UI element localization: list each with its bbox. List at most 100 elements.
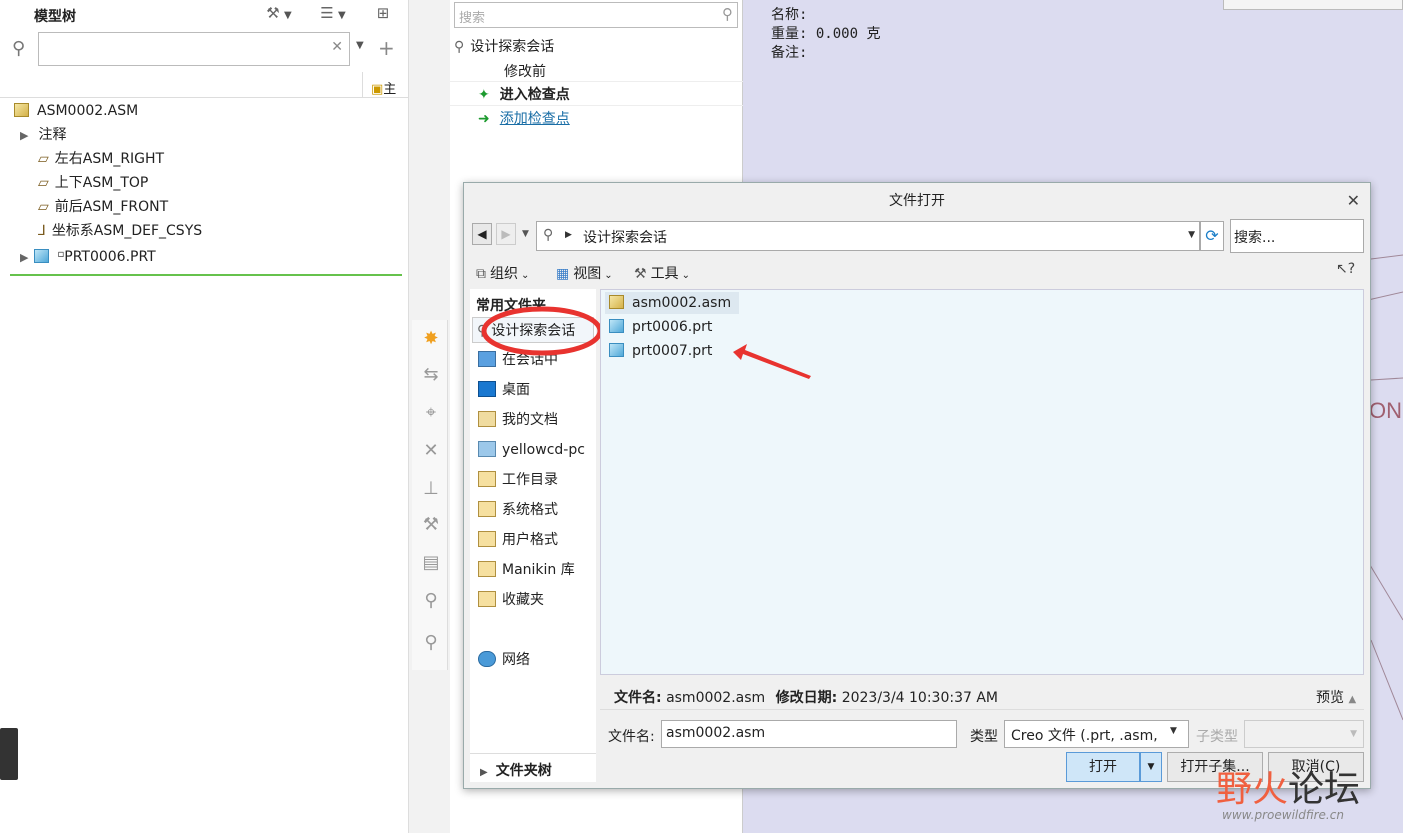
path-separator-icon: ▶	[565, 230, 572, 240]
open-dropdown-icon[interactable]: ▼	[1140, 752, 1162, 782]
history-dropdown-icon[interactable]: ▼	[522, 229, 529, 239]
stamp-icon[interactable]: ⊥	[418, 476, 444, 502]
clear-icon[interactable]: ✕	[331, 39, 343, 55]
tree-item-asm-top[interactable]: ▱ 上下ASM_TOP	[38, 171, 148, 195]
type-select[interactable]: Creo 文件 (.prt, .asm,	[1004, 720, 1189, 748]
sidebar-item-manikin[interactable]: Manikin 库	[478, 557, 575, 583]
hammer-icon[interactable]: ⚒	[418, 512, 444, 538]
folder-icon	[478, 501, 496, 517]
annotation-red-arrow	[733, 344, 811, 379]
back-icon[interactable]: ◀	[472, 223, 492, 245]
enter-checkpoint-icon: ✦	[478, 87, 490, 103]
add-arrow-icon: ➜	[478, 111, 490, 127]
tree-filter-list-icon[interactable]: ☰ ▼	[316, 2, 345, 24]
checkpoint-save-icon[interactable]: ⚲	[418, 630, 444, 656]
folder-icon	[478, 561, 496, 577]
refresh-icon[interactable]: ⟳	[1200, 221, 1224, 251]
part-icon	[34, 249, 50, 263]
favorites-folder-icon	[478, 591, 496, 607]
dock-handle[interactable]	[0, 728, 18, 780]
path-dropdown-icon[interactable]: ▼	[1188, 230, 1195, 240]
dialog-title: 文件打开	[464, 183, 1370, 219]
svg-text:ON: ON	[1369, 398, 1402, 423]
part-icon	[609, 343, 624, 357]
file-item-prt0006[interactable]: prt0006.prt	[609, 316, 712, 338]
sidebar-item-my-documents[interactable]: 我的文档	[478, 407, 558, 433]
dialog-search-input[interactable]: 搜索...	[1230, 219, 1364, 253]
swap-icon[interactable]: ⇆	[418, 362, 444, 388]
sidebar-item-computer[interactable]: yellowcd-pc	[478, 437, 585, 463]
settings-tools-icon[interactable]: ⚒ ▼	[262, 2, 291, 24]
location-pin-icon: ⚲	[454, 39, 465, 55]
close-icon[interactable]: ✕	[1347, 191, 1360, 210]
add-icon[interactable]: +	[378, 36, 395, 60]
checkpoint-star-icon[interactable]: ✸	[418, 326, 444, 352]
working-folder-icon	[478, 471, 496, 487]
preview-toggle[interactable]: 预览 ▲	[1316, 687, 1356, 707]
file-details: 文件名: asm0002.asm 修改日期: 2023/3/4 10:30:37…	[614, 690, 998, 706]
tree-item-prt0006[interactable]: ▶ ▫PRT0006.PRT	[20, 243, 156, 267]
tree-item-annotation[interactable]: ▶ 注释	[20, 123, 66, 147]
datum-plane-icon: ▱	[38, 199, 49, 215]
datum-plane-icon: ▱	[38, 175, 49, 191]
sidebar-item-favorites[interactable]: 收藏夹	[478, 587, 544, 613]
session-header[interactable]: ⚲ 设计探索会话	[454, 36, 554, 56]
tree-divider	[10, 274, 402, 276]
sidebar-item-system-formats[interactable]: 系统格式	[478, 497, 558, 523]
sidebar-item-network[interactable]: 网络	[478, 647, 530, 673]
type-dropdown-icon[interactable]: ▼	[1170, 726, 1177, 736]
view-menu[interactable]: ▦ 视图 ⌄	[556, 263, 613, 283]
tools-menu[interactable]: ⚒ 工具 ⌄	[634, 263, 690, 283]
watermark-logo: 野火论坛	[1216, 769, 1361, 810]
table-icon[interactable]: ▤	[418, 550, 444, 576]
annotation-red-circle	[481, 306, 603, 356]
nav-search-input[interactable]: 搜索 ⚲	[454, 2, 738, 28]
subtype-select[interactable]: ▼	[1244, 720, 1364, 748]
filename-label: 文件名:	[608, 729, 655, 745]
view-icon: ▦	[556, 266, 570, 282]
address-bar[interactable]: ⚲ ▶ 设计探索会话 ▼	[536, 221, 1200, 251]
sidebar-item-desktop[interactable]: 桌面	[478, 377, 530, 403]
computer-icon	[478, 441, 496, 457]
location-pin-icon: ⚲	[543, 227, 554, 243]
target-icon[interactable]: ⌖	[418, 400, 444, 426]
search-dropdown-icon[interactable]: ▼	[356, 40, 364, 51]
folder-tree-toggle[interactable]: ▶ 文件夹树	[470, 753, 596, 781]
file-item-asm0002[interactable]: asm0002.asm	[605, 292, 740, 314]
main-column-header: ▣主	[362, 72, 408, 98]
add-checkpoint-link[interactable]: ➜ 添加检查点	[478, 108, 570, 128]
model-tree-panel: 模型树 ⚒ ▼ ☰ ▼ ⊞ ⚲ ✕ ▼ + ▣主 ASM0002.ASM ▶ 注释 ▱…	[0, 0, 408, 833]
filter-icon[interactable]: ⚲	[12, 38, 25, 59]
tree-item-asm0002[interactable]: ASM0002.ASM	[14, 99, 138, 123]
expand-arrow-icon[interactable]: ▶	[20, 251, 28, 264]
show-hide-icon[interactable]: ⊞	[372, 2, 394, 24]
forward-icon[interactable]: ▶	[496, 223, 516, 245]
sidebar-item-user-formats[interactable]: 用户格式	[478, 527, 558, 553]
file-item-prt0007[interactable]: prt0007.prt	[609, 340, 712, 362]
assembly-icon	[609, 295, 624, 309]
filename-input[interactable]: asm0002.asm	[661, 720, 957, 748]
help-pointer-icon[interactable]: ↖?	[1336, 261, 1355, 277]
checkpoint-export-icon[interactable]: ⚲	[418, 588, 444, 614]
sidebar-item-working-dir[interactable]: 工作目录	[478, 467, 558, 493]
subtype-dropdown-icon: ▼	[1350, 729, 1357, 739]
open-button[interactable]: 打开	[1066, 752, 1140, 782]
part-icon	[609, 319, 624, 333]
tree-item-asm-front[interactable]: ▱ 前后ASM_FRONT	[38, 195, 168, 219]
file-open-dialog: 文件打开 ✕ ◀ ▶ ▼ ⚲ ▶ 设计探索会话 ▼ ⟳ 搜索... ⧉ 组织 ⌄ ▦…	[463, 182, 1371, 789]
delete-icon[interactable]: ✕	[418, 438, 444, 464]
subtype-label: 子类型	[1196, 729, 1238, 745]
type-label: 类型	[970, 729, 998, 745]
tree-item-csys[interactable]: ⅃ 坐标系ASM_DEF_CSYS	[38, 219, 202, 243]
enter-checkpoint[interactable]: ✦ 进入检查点	[478, 84, 570, 104]
tree-search-input[interactable]: ✕	[38, 32, 350, 66]
organize-icon: ⧉	[476, 266, 486, 282]
checkpoint-before-modify[interactable]: 修改前	[504, 61, 546, 81]
chevron-up-icon: ▲	[1348, 694, 1357, 705]
organize-menu[interactable]: ⧉ 组织 ⌄	[476, 263, 529, 283]
expand-arrow-icon[interactable]: ▶	[20, 129, 28, 142]
tree-item-asm-right[interactable]: ▱ 左右ASM_RIGHT	[38, 147, 164, 171]
search-icon[interactable]: ⚲	[722, 5, 733, 23]
csys-icon: ⅃	[38, 223, 46, 239]
vertical-toolbar: ✸ ⇆ ⌖ ✕ ⊥ ⚒ ▤ ⚲ ⚲	[412, 320, 448, 670]
